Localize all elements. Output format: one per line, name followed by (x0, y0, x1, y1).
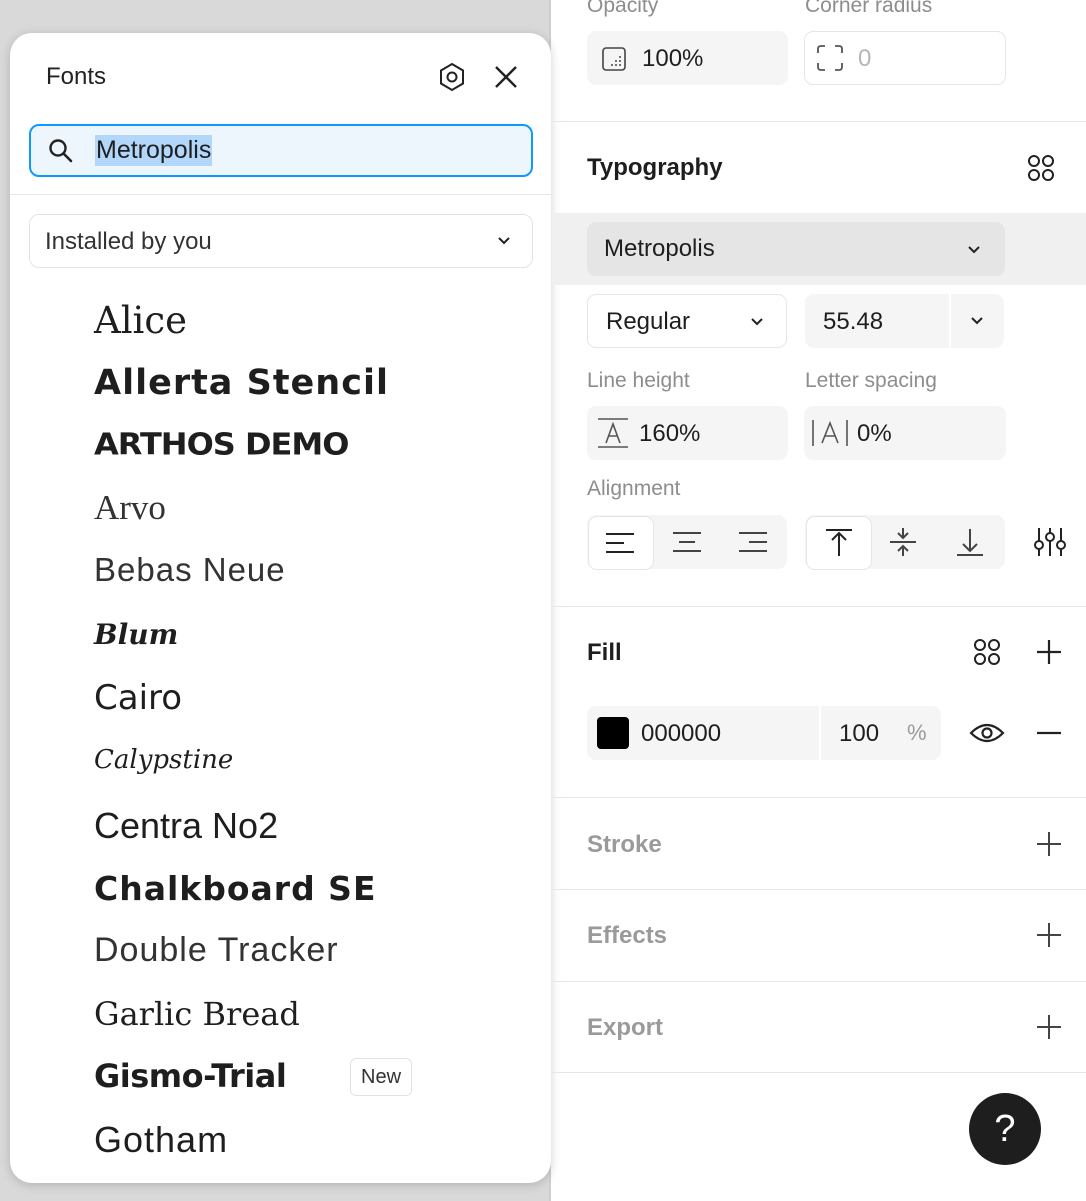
opacity-value[interactable]: 100% (642, 45, 703, 73)
fill-styles-icon[interactable] (971, 636, 1003, 668)
chevron-down-icon (751, 318, 763, 326)
font-item-arvo[interactable]: Arvo (94, 488, 166, 528)
line-height-field[interactable]: 160% (587, 406, 788, 460)
font-size-field[interactable]: 55.48 (805, 294, 1004, 348)
font-item-allerta-stencil[interactable]: Allerta Stencil (94, 363, 389, 403)
corner-radius-icon (817, 45, 843, 71)
font-item-bebas-neue[interactable]: Bebas Neue (94, 551, 286, 589)
font-search-input[interactable]: Metropolis (29, 124, 533, 177)
font-size-value[interactable]: 55.48 (823, 308, 883, 336)
section-divider (552, 606, 1086, 607)
font-family-value: Metropolis (604, 235, 715, 262)
close-icon[interactable] (490, 61, 522, 93)
font-item-garlic-bread[interactable]: Garlic Bread (94, 995, 300, 1033)
align-middle-icon[interactable] (887, 526, 919, 558)
section-divider (552, 121, 1086, 122)
chevron-down-icon (968, 246, 980, 254)
font-item-blum[interactable]: Blum (94, 618, 178, 651)
opacity-label: Opacity (587, 0, 659, 17)
add-export-icon[interactable] (1034, 1012, 1064, 1042)
letter-spacing-value[interactable]: 0% (857, 420, 892, 448)
font-item-gismo-trial[interactable]: Gismo-Trial (94, 1057, 287, 1095)
font-item-arthos-demo[interactable]: ARTHOS DEMO (94, 426, 349, 462)
chevron-down-icon (498, 237, 510, 245)
font-item-calypstine[interactable]: Calypstine (94, 745, 233, 775)
add-effect-icon[interactable] (1034, 920, 1064, 950)
effects-title: Effects (587, 922, 668, 949)
fill-color-swatch[interactable] (597, 717, 629, 749)
export-title: Export (587, 1014, 664, 1041)
align-left-icon (606, 533, 634, 553)
font-item-double-tracker[interactable]: Double Tracker (94, 931, 339, 970)
font-search-value[interactable]: Metropolis (95, 135, 213, 166)
section-divider (552, 1072, 1086, 1073)
font-item-centra-no2[interactable]: Centra No2 (94, 805, 278, 847)
align-right-icon[interactable] (737, 529, 769, 555)
font-weight-dropdown[interactable]: Regular (587, 294, 787, 348)
eye-icon[interactable] (969, 719, 1005, 747)
fill-color-field[interactable]: 000000 100 % (587, 706, 941, 760)
type-settings-icon[interactable] (1033, 525, 1067, 559)
section-divider (552, 889, 1086, 890)
align-top-icon (826, 529, 852, 556)
line-height-icon (598, 418, 628, 448)
typography-title: Typography (587, 154, 723, 181)
add-stroke-icon[interactable] (1034, 829, 1064, 859)
fill-title: Fill (587, 639, 622, 666)
fonts-popover-title: Fonts (46, 63, 107, 90)
font-source-dropdown[interactable]: Installed by you (29, 214, 533, 268)
fill-opacity-unit: % (907, 720, 927, 745)
section-divider (552, 797, 1086, 798)
section-divider (552, 981, 1086, 982)
alignment-label: Alignment (587, 477, 681, 500)
fonts-popover: Fonts Metropolis Installed by you Alice … (10, 33, 551, 1183)
font-item-cairo[interactable]: Cairo (94, 678, 182, 718)
separator (10, 194, 551, 195)
font-source-label: Installed by you (45, 228, 212, 255)
font-item-gotham[interactable]: Gotham (94, 1119, 228, 1161)
stroke-title: Stroke (587, 831, 662, 858)
corner-radius-field[interactable]: 0 (804, 31, 1006, 85)
align-center-icon[interactable] (671, 529, 703, 555)
line-height-label: Line height (587, 369, 690, 392)
opacity-field[interactable]: 100% (587, 31, 788, 85)
letter-spacing-icon (812, 420, 848, 446)
line-height-value[interactable]: 160% (639, 420, 700, 448)
fill-field-divider (819, 706, 821, 760)
add-fill-icon[interactable] (1034, 637, 1064, 667)
font-size-divider (949, 294, 951, 348)
settings-icon[interactable] (436, 61, 468, 93)
align-bottom-icon[interactable] (954, 526, 986, 558)
new-badge: New (350, 1058, 413, 1096)
text-styles-icon[interactable] (1025, 152, 1057, 184)
fill-opacity-value[interactable]: 100 (839, 720, 879, 748)
letter-spacing-field[interactable]: 0% (804, 406, 1006, 460)
font-item-alice[interactable]: Alice (94, 299, 187, 342)
font-item-chalkboard-se[interactable]: Chalkboard SE (94, 869, 377, 908)
fill-hex-value[interactable]: 000000 (641, 720, 721, 748)
remove-fill-icon[interactable] (1034, 718, 1064, 748)
search-icon (47, 137, 75, 165)
chevron-down-icon[interactable] (968, 312, 986, 330)
font-family-dropdown[interactable]: Metropolis (587, 222, 1005, 276)
corner-radius-value[interactable]: 0 (858, 45, 871, 73)
align-top-button[interactable] (806, 516, 872, 570)
align-left-button[interactable] (588, 516, 654, 570)
letter-spacing-label: Letter spacing (805, 369, 937, 392)
opacity-icon (602, 47, 626, 71)
help-button[interactable]: ? (969, 1093, 1041, 1165)
font-weight-value: Regular (606, 308, 691, 335)
corner-radius-label: Corner radius (805, 0, 933, 17)
